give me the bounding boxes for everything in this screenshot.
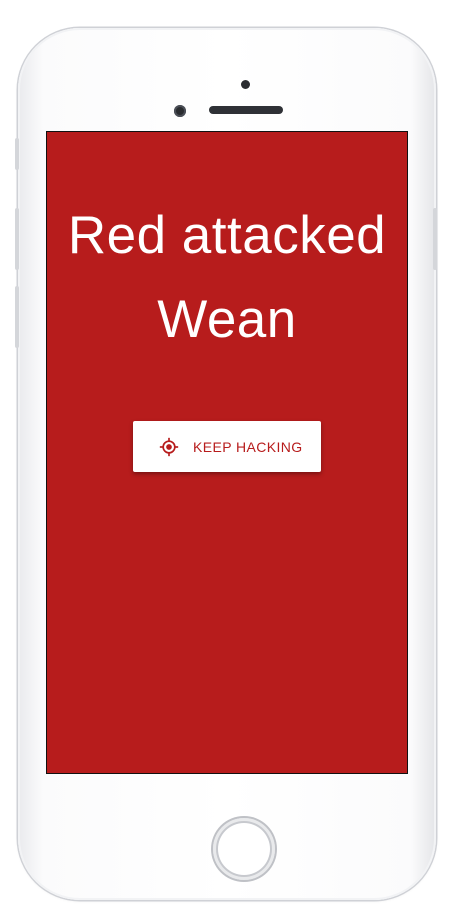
mute-switch [15,138,19,170]
result-message-line-1: Red attacked [67,206,387,265]
front-camera [174,105,186,117]
app-screen: Red attacked Wean KEEP HACKING [46,131,408,774]
proximity-sensor [241,80,250,89]
result-message: Red attacked Wean [47,194,407,362]
volume-down-button [15,286,19,348]
crosshair-icon [159,437,179,456]
earpiece-speaker [209,106,283,114]
home-button[interactable] [213,818,275,880]
volume-up-button [15,208,19,270]
keep-hacking-label: KEEP HACKING [193,438,303,455]
power-button [433,208,437,270]
result-message-line-2: Wean [157,290,297,349]
keep-hacking-button[interactable]: KEEP HACKING [133,421,321,472]
